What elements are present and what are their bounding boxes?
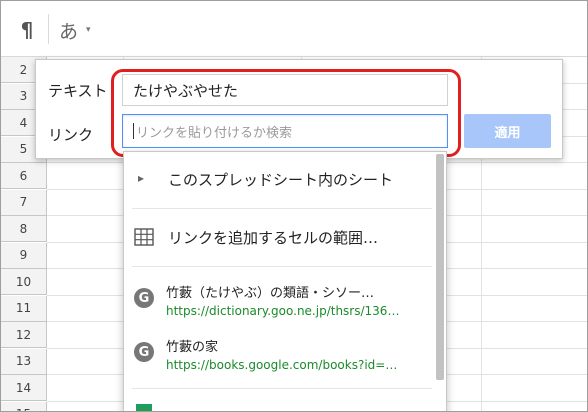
row-header[interactable]: 15 bbox=[1, 401, 47, 411]
expand-arrow-icon: ▸ bbox=[138, 171, 145, 185]
annotation-highlight-box bbox=[111, 69, 461, 157]
search-result-item[interactable]: G 竹藪（たけやぶ）の類語・シソー… https://dictionary.go… bbox=[124, 276, 438, 326]
link-label: リンク bbox=[48, 126, 94, 144]
row-header[interactable]: 8 bbox=[1, 216, 47, 242]
row-header[interactable]: 9 bbox=[1, 242, 47, 269]
screenshot-root: ¶ あ ▾ 23456789101112131415 テキスト リンク たけやぶ… bbox=[0, 0, 588, 412]
dropdown-divider bbox=[132, 208, 432, 209]
sheets-in-spreadsheet-label: このスプレッドシート内のシート bbox=[168, 171, 394, 189]
row-header[interactable]: 12 bbox=[1, 322, 47, 348]
google-favicon-icon: G bbox=[134, 342, 154, 362]
dropdown-scrollbar[interactable] bbox=[436, 154, 444, 380]
dropdown-divider bbox=[132, 266, 432, 267]
apply-button[interactable]: 適用 bbox=[464, 114, 551, 148]
toolbar-separator bbox=[48, 14, 49, 44]
row-header[interactable]: 10 bbox=[1, 269, 47, 295]
grid-range-icon bbox=[134, 228, 154, 246]
input-method-button[interactable]: あ ▾ bbox=[59, 15, 105, 45]
paragraph-direction-icon[interactable]: ¶ bbox=[13, 15, 41, 45]
select-cell-range-label: リンクを追加するセルの範囲… bbox=[168, 229, 379, 247]
select-cell-range-item[interactable]: リンクを追加するセルの範囲… bbox=[124, 220, 438, 256]
google-favicon-icon: G bbox=[134, 288, 154, 308]
search-result-item[interactable]: G 竹藪の家 https://books.google.com/books?id… bbox=[124, 330, 438, 380]
text-label: テキスト bbox=[48, 82, 108, 100]
dropdown-divider bbox=[132, 388, 432, 389]
sheets-in-spreadsheet-item[interactable]: ▸ このスプレッドシート内のシート bbox=[124, 162, 438, 198]
row-header[interactable]: 14 bbox=[1, 375, 47, 401]
row-header[interactable]: 13 bbox=[1, 348, 47, 375]
result-title: 竹藪（たけやぶ）の類語・シソー… bbox=[166, 286, 375, 301]
spreadsheet-file-icon bbox=[136, 404, 152, 411]
toolbar: ¶ あ ▾ bbox=[1, 1, 587, 57]
chevron-down-icon: ▾ bbox=[86, 25, 91, 35]
row-header[interactable]: 11 bbox=[1, 295, 47, 322]
row-header[interactable]: 7 bbox=[1, 189, 47, 216]
ime-label: あ bbox=[59, 20, 79, 43]
link-suggestions-dropdown: ▸ このスプレッドシート内のシート リンクを追加するセルの範囲… G 竹藪（たけ… bbox=[123, 151, 447, 411]
result-url: https://books.google.com/books?id=… bbox=[166, 358, 398, 372]
row-header[interactable]: 6 bbox=[1, 163, 47, 189]
result-url: https://dictionary.goo.ne.jp/thsrs/136… bbox=[166, 304, 400, 318]
result-title: 竹藪の家 bbox=[166, 340, 219, 355]
